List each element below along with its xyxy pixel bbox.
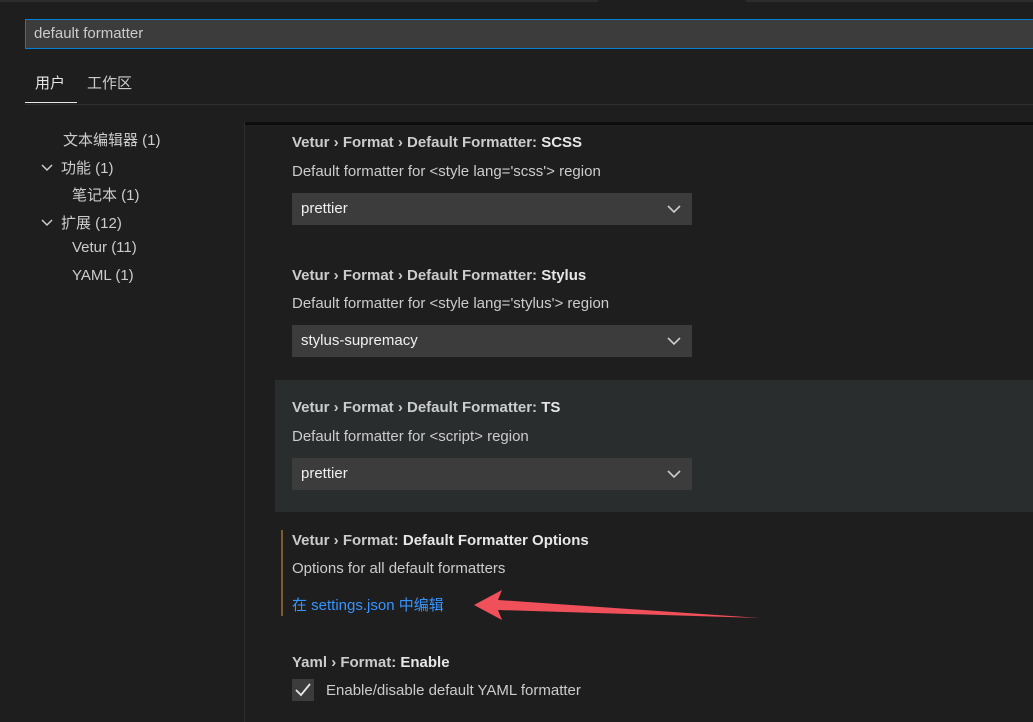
toc-item-extensions[interactable]: 扩展 (12) xyxy=(41,212,122,233)
search-input[interactable] xyxy=(34,20,1033,48)
setting-category: Vetur › Format › Default Formatter: xyxy=(292,399,542,416)
setting-name: Enable xyxy=(400,654,450,671)
toc-item-notebook[interactable]: 笔记本 (1) xyxy=(72,184,140,205)
setting-name: TS xyxy=(541,399,561,416)
annotation-arrow xyxy=(474,590,760,620)
toc-item-features[interactable]: 功能 (1) xyxy=(41,157,114,178)
chevron-down-icon xyxy=(41,215,55,232)
setting-category: Vetur › Format: xyxy=(292,532,403,549)
chevron-down-icon xyxy=(667,326,681,356)
setting-item-default-formatter-stylus: Vetur › Format › Default Formatter: Styl… xyxy=(275,250,1033,378)
chevron-down-icon xyxy=(667,194,681,224)
tab-user[interactable]: 用户 xyxy=(35,72,65,93)
setting-description: Options for all default formatters xyxy=(292,560,506,577)
setting-description: Default formatter for <script> region xyxy=(292,428,529,445)
toc-item-label: 功能 (1) xyxy=(61,160,114,177)
active-tab-indicator xyxy=(25,102,77,103)
select-value: prettier xyxy=(301,200,348,217)
toc-item-text-editor[interactable]: 文本编辑器 (1) xyxy=(63,129,161,150)
setting-item-default-formatter-scss: Vetur › Format › Default Formatter: SCSS… xyxy=(275,122,1033,250)
setting-category: Yaml › Format: xyxy=(292,654,401,671)
setting-title: Vetur › Format › Default Formatter: TS xyxy=(292,399,560,416)
setting-item-default-formatter-ts: Vetur › Format › Default Formatter: TS D… xyxy=(275,380,1033,512)
chevron-down-icon xyxy=(667,459,681,489)
toc-item-label: 文本编辑器 (1) xyxy=(63,132,161,149)
top-bar-segment xyxy=(0,0,598,2)
formatter-select[interactable]: prettier xyxy=(292,458,692,490)
setting-name: SCSS xyxy=(541,134,583,151)
toc-item-label: 扩展 (12) xyxy=(61,215,122,232)
setting-category: Vetur › Format › Default Formatter: xyxy=(292,267,542,284)
toc-item-yaml[interactable]: YAML (1) xyxy=(72,267,134,284)
setting-item-yaml-format-enable: Yaml › Format: Enable Enable/disable def… xyxy=(275,632,1033,722)
setting-title: Yaml › Format: Enable xyxy=(292,654,450,671)
checkbox-label: Enable/disable default YAML formatter xyxy=(326,682,581,699)
setting-name: Default Formatter Options xyxy=(402,532,589,549)
setting-name: Stylus xyxy=(541,267,587,284)
setting-description: Default formatter for <style lang='scss'… xyxy=(292,163,601,180)
tab-workspace[interactable]: 工作区 xyxy=(87,72,132,93)
top-bar-segment xyxy=(746,0,1033,2)
edit-in-settings-json-link[interactable]: 在 settings.json 中编辑 xyxy=(292,594,444,615)
toc-item-label: 笔记本 (1) xyxy=(72,187,140,204)
select-value: prettier xyxy=(301,465,348,482)
chevron-down-icon xyxy=(41,160,55,177)
setting-category: Vetur › Format › Default Formatter: xyxy=(292,134,542,151)
tabs-divider xyxy=(25,104,1033,105)
setting-title: Vetur › Format › Default Formatter: SCSS xyxy=(292,134,582,151)
toc-item-label: YAML (1) xyxy=(72,267,134,284)
formatter-select[interactable]: stylus-supremacy xyxy=(292,325,692,357)
toc-divider xyxy=(244,122,245,722)
checkmark-icon xyxy=(295,683,311,697)
toc-item-vetur[interactable]: Vetur (11) xyxy=(72,239,137,256)
setting-description: Default formatter for <style lang='stylu… xyxy=(292,295,610,312)
settings-search-box[interactable] xyxy=(25,19,1033,49)
select-value: stylus-supremacy xyxy=(301,332,418,349)
toc-item-label: Vetur (11) xyxy=(72,239,137,256)
setting-title: Vetur › Format: Default Formatter Option… xyxy=(292,532,589,549)
yaml-format-enable-checkbox[interactable] xyxy=(292,679,314,701)
formatter-select[interactable]: prettier xyxy=(292,193,692,225)
top-bar xyxy=(0,0,1033,5)
setting-title: Vetur › Format › Default Formatter: Styl… xyxy=(292,267,586,284)
